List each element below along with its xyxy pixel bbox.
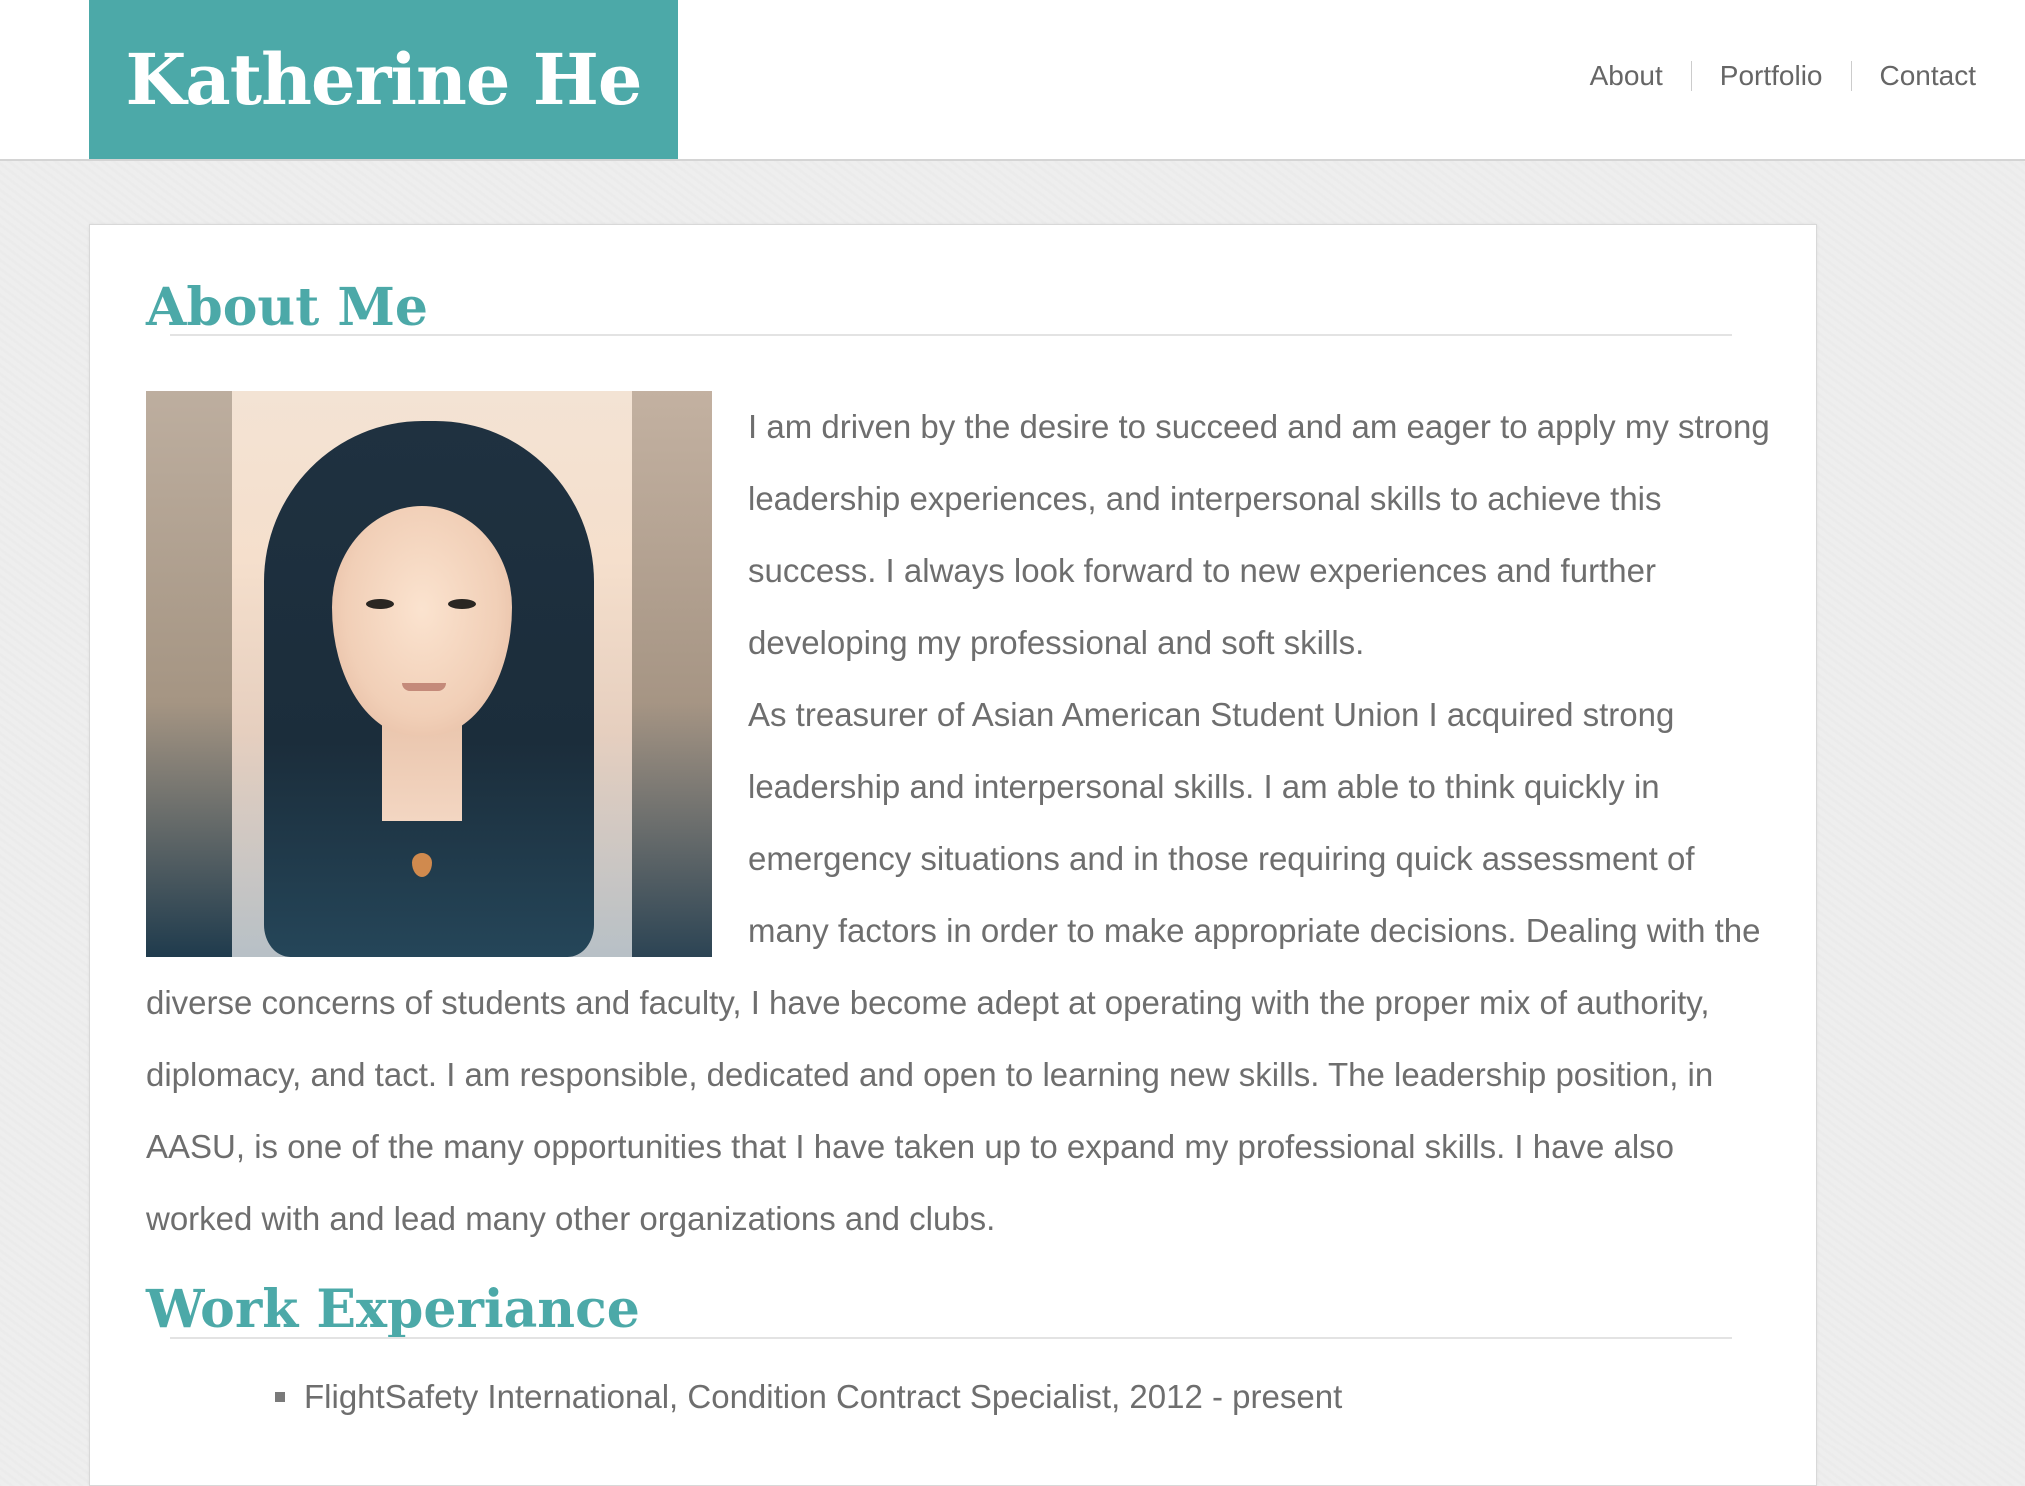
- site-logo-block[interactable]: Katherine He: [89, 0, 678, 159]
- site-header: Katherine He About Portfolio Contact: [0, 0, 2025, 161]
- work-heading: Work Experiance: [146, 1279, 640, 1340]
- nav-link-about[interactable]: About: [1562, 54, 1691, 98]
- nav-link-contact[interactable]: Contact: [1852, 54, 1977, 98]
- profile-photo: [146, 391, 712, 957]
- about-body: I am driven by the desire to succeed and…: [146, 391, 1770, 1255]
- work-item-text: FlightSafety International, Condition Co…: [304, 1378, 1343, 1415]
- work-list: FlightSafety International, Condition Co…: [275, 1372, 1342, 1422]
- work-heading-divider: [170, 1337, 1732, 1339]
- content-card: About Me I am driven by the desire to su…: [89, 224, 1817, 1486]
- about-heading-divider: [170, 334, 1732, 336]
- main-nav: About Portfolio Contact: [1562, 54, 1976, 98]
- site-title[interactable]: Katherine He: [126, 38, 643, 121]
- nav-link-portfolio[interactable]: Portfolio: [1692, 54, 1851, 98]
- about-heading: About Me: [146, 277, 428, 338]
- list-item: FlightSafety International, Condition Co…: [275, 1372, 1342, 1422]
- bullet-square-icon: [275, 1392, 285, 1402]
